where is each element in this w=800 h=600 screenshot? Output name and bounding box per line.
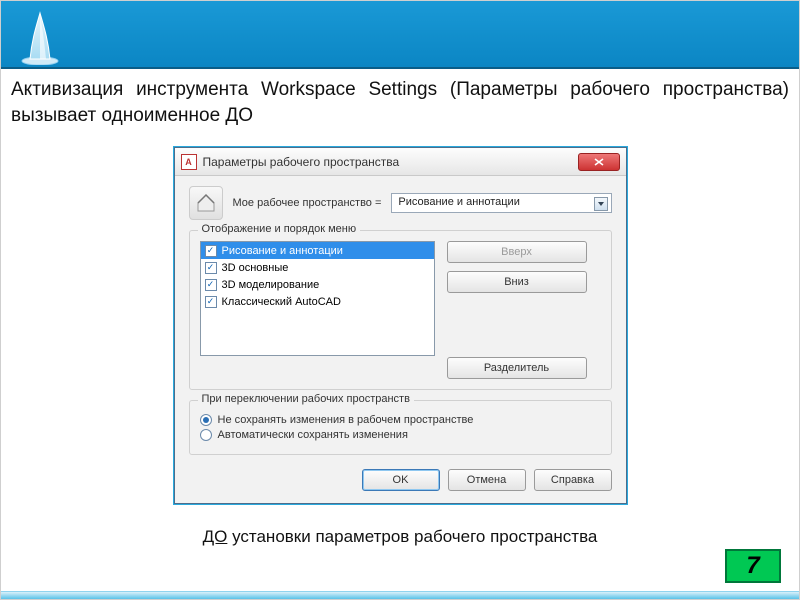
bottom-trim xyxy=(1,591,799,599)
list-item[interactable]: ✓ Классический AutoCAD xyxy=(201,293,434,310)
radio-autosave-label: Автоматически сохранять изменения xyxy=(218,429,408,441)
menu-order-group-title: Отображение и порядок меню xyxy=(198,223,361,235)
separator-button[interactable]: Разделитель xyxy=(447,357,587,379)
caption-underlined: ДО xyxy=(203,527,228,546)
slide-caption: ДО установки параметров рабочего простра… xyxy=(11,527,789,547)
list-item-label: Рисование и аннотации xyxy=(222,245,343,257)
list-item[interactable]: ✓ 3D основные xyxy=(201,259,434,276)
combo-value: Рисование и аннотации xyxy=(398,196,519,208)
help-button[interactable]: Справка xyxy=(534,469,612,491)
list-item-label: 3D основные xyxy=(222,262,289,274)
app-icon: A xyxy=(181,154,197,170)
my-workspace-label: Мое рабочее пространство = xyxy=(233,197,382,209)
switch-group-title: При переключении рабочих пространств xyxy=(198,393,414,405)
top-banner xyxy=(1,1,799,69)
move-down-button[interactable]: Вниз xyxy=(447,271,587,293)
checkbox-icon[interactable]: ✓ xyxy=(205,245,217,257)
checkbox-icon[interactable]: ✓ xyxy=(205,279,217,291)
titlebar[interactable]: A Параметры рабочего пространства xyxy=(175,148,626,176)
ok-button[interactable]: OK xyxy=(362,469,440,491)
close-icon xyxy=(594,158,604,166)
list-item-label: 3D моделирование xyxy=(222,279,320,291)
caption-rest: установки параметров рабочего пространст… xyxy=(227,527,597,546)
list-item-label: Классический AutoCAD xyxy=(222,296,341,308)
checkbox-icon[interactable]: ✓ xyxy=(205,296,217,308)
dialog-wrapper: A Параметры рабочего пространства Мое ра… xyxy=(173,146,628,505)
workspace-settings-dialog: A Параметры рабочего пространства Мое ра… xyxy=(174,147,627,504)
menu-order-group: Отображение и порядок меню ✓Рисование и … xyxy=(189,230,612,390)
cancel-button[interactable]: Отмена xyxy=(448,469,526,491)
checkbox-icon[interactable]: ✓ xyxy=(205,262,217,274)
list-item[interactable]: ✓ 3D моделирование xyxy=(201,276,434,293)
slide-heading: Активизация инструмента Workspace Settin… xyxy=(11,77,789,128)
move-up-button[interactable]: Вверх xyxy=(447,241,587,263)
logo-icon xyxy=(15,5,65,65)
workspace-combo[interactable]: Рисование и аннотации xyxy=(391,193,611,213)
list-item[interactable]: ✓ Рисование и аннотации xyxy=(201,242,434,259)
workspace-listbox[interactable]: ✓ Рисование и аннотации ✓ 3D основные ✓ 3D мо… xyxy=(200,241,435,356)
radio-no-save[interactable]: Не сохранять изменения в рабочем простра… xyxy=(200,414,601,426)
radio-icon xyxy=(200,414,212,426)
switch-group: При переключении рабочих пространств Не … xyxy=(189,400,612,455)
radio-no-save-label: Не сохранять изменения в рабочем простра… xyxy=(218,414,474,426)
dialog-title: Параметры рабочего пространства xyxy=(203,155,572,169)
radio-icon xyxy=(200,429,212,441)
radio-autosave[interactable]: Автоматически сохранять изменения xyxy=(200,429,601,441)
close-button[interactable] xyxy=(578,153,620,171)
page-number: 7 xyxy=(725,549,781,583)
home-icon xyxy=(189,186,223,220)
